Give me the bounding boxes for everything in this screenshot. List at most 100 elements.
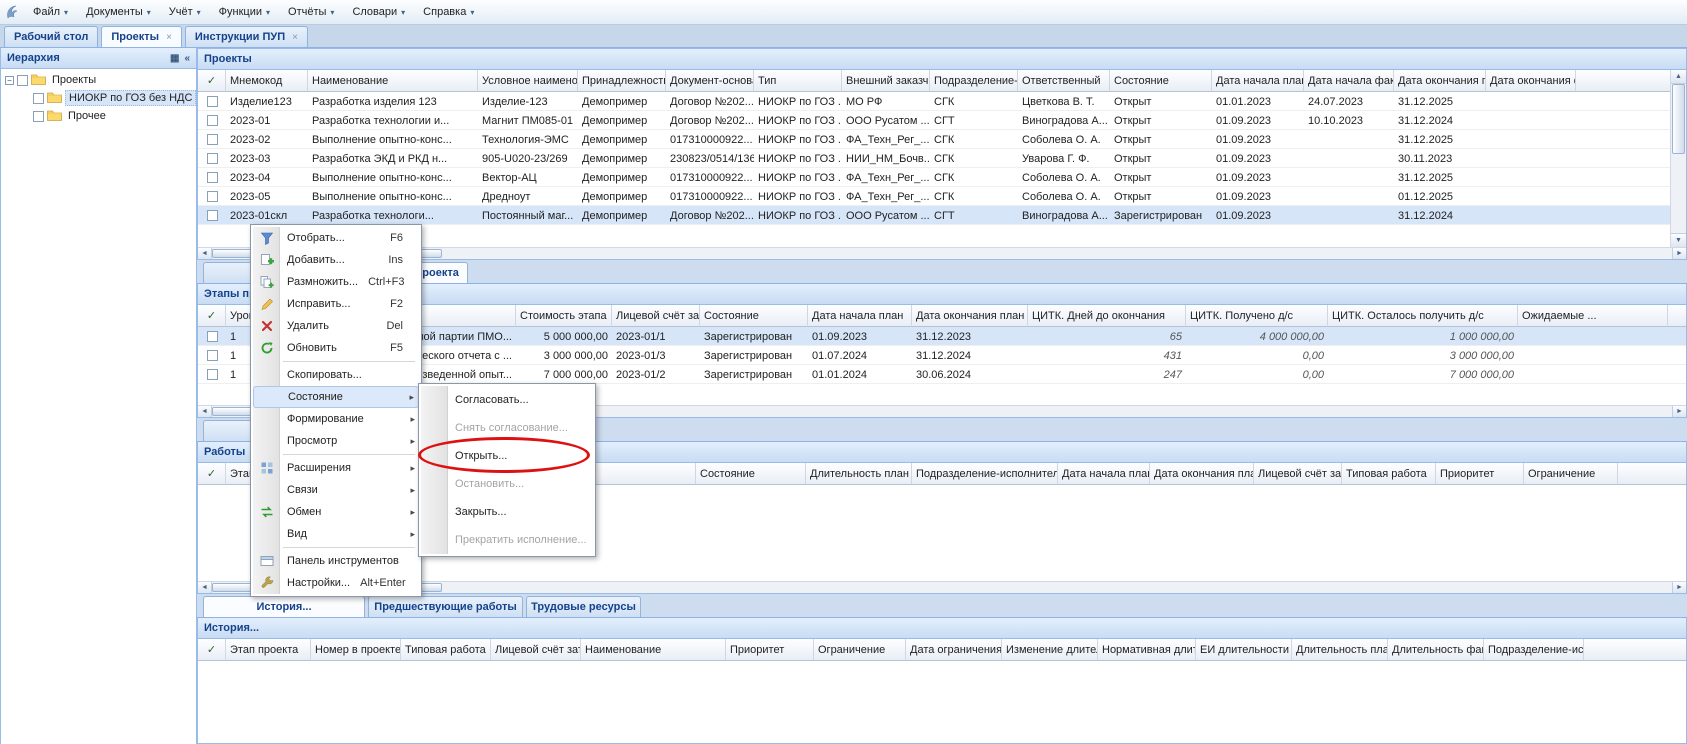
column-header[interactable]: Лицевой счёт затр [1254, 463, 1342, 485]
context-menu-item-2[interactable]: Размножить...Ctrl+F3 [253, 271, 419, 293]
column-header[interactable]: Ожидаемые ... [1518, 305, 1668, 327]
close-tab-icon[interactable]: × [166, 32, 172, 43]
row-checkbox[interactable] [207, 96, 218, 107]
context-menu-item-18[interactable]: Настройки...Alt+Enter [253, 572, 419, 594]
column-header[interactable]: Принадлежность [578, 70, 666, 92]
row-checkbox[interactable] [207, 191, 218, 202]
column-header[interactable]: Наименование [581, 639, 726, 661]
column-header[interactable]: Документ-основани [666, 70, 754, 92]
tree-item[interactable]: НИОКР по ГОЗ без НДС [1, 89, 196, 107]
column-header[interactable]: Номер в проекте [311, 639, 401, 661]
menubar-item-0[interactable]: Файл▾ [25, 3, 76, 21]
column-header[interactable]: ЕИ длительности [1196, 639, 1292, 661]
menubar-item-1[interactable]: Документы▾ [78, 3, 159, 21]
state-submenu-item-2[interactable]: Открыть... [421, 442, 593, 470]
column-header[interactable]: Внешний заказчик [842, 70, 930, 92]
scroll-up-icon[interactable]: ▲ [1671, 70, 1686, 84]
column-header[interactable]: ЦИТК. Получено д/с [1186, 305, 1328, 327]
row-checkbox[interactable] [207, 153, 218, 164]
row-checkbox[interactable] [207, 350, 218, 361]
column-header[interactable]: ЦИТК. Осталось получить д/с [1328, 305, 1518, 327]
column-header[interactable]: Этап проекта [226, 639, 311, 661]
tree-item[interactable]: Прочее [1, 107, 196, 125]
table-row[interactable]: 2023-01склРазработка технологи...Постоян… [198, 206, 1686, 225]
context-menu-item-1[interactable]: Добавить...Ins [253, 249, 419, 271]
column-header[interactable]: Дата окончания пл [1394, 70, 1486, 92]
column-header[interactable]: Дата начала план.. [1058, 463, 1150, 485]
tree-expander-icon[interactable]: − [5, 76, 14, 85]
table-row[interactable]: 2023-04Выполнение опытно-конс...Вектор-А… [198, 168, 1686, 187]
column-header[interactable]: Состояние [1110, 70, 1212, 92]
scroll-right-icon[interactable]: ► [1672, 582, 1686, 593]
tree-checkbox[interactable] [17, 75, 28, 86]
collapse-panel-icon[interactable]: « [184, 53, 190, 64]
menubar-item-2[interactable]: Учёт▾ [161, 3, 209, 21]
column-header[interactable]: Состояние [696, 463, 806, 485]
context-menu-item-7[interactable]: Скопировать... [253, 364, 419, 386]
column-header[interactable]: Лицевой счёт затр [491, 639, 581, 661]
column-header[interactable]: Условное наименова [478, 70, 578, 92]
column-header[interactable]: Подразделение-исполнитель.. [912, 463, 1058, 485]
column-header[interactable]: Дата окончания план [1150, 463, 1254, 485]
column-header[interactable]: Наименование [308, 70, 478, 92]
column-header[interactable]: Типовая работа [1342, 463, 1436, 485]
column-header[interactable]: Ограничение [1524, 463, 1618, 485]
column-header[interactable]: Тип [754, 70, 842, 92]
column-header[interactable]: Приоритет [726, 639, 814, 661]
column-header[interactable]: Дата окончания план [912, 305, 1028, 327]
close-tab-icon[interactable]: × [292, 32, 298, 43]
vertical-scrollbar[interactable]: ▲ ▼ [1670, 70, 1686, 247]
column-header[interactable]: Длительность план▼ [806, 463, 912, 485]
context-menu-item-17[interactable]: Панель инструментов [253, 550, 419, 572]
history-tabstrip-tab-1[interactable]: Предшествующие работы [368, 596, 523, 617]
menubar-item-6[interactable]: Справка▾ [415, 3, 482, 21]
row-checkbox[interactable] [207, 210, 218, 221]
table-row[interactable]: Изделие123Разработка изделия 123Изделие-… [198, 92, 1686, 111]
row-checkbox[interactable] [207, 172, 218, 183]
column-header[interactable]: Длительность фак [1388, 639, 1484, 661]
context-menu-item-13[interactable]: Связи▸ [253, 479, 419, 501]
column-header[interactable]: Дата начала план. [1212, 70, 1304, 92]
select-all-header[interactable]: ✓ [198, 70, 226, 92]
row-checkbox[interactable] [207, 115, 218, 126]
context-menu-item-9[interactable]: Формирование▸ [253, 408, 419, 430]
context-menu-item-12[interactable]: Расширения▸ [253, 457, 419, 479]
table-row[interactable]: 2023-05Выполнение опытно-конс...Дредноут… [198, 187, 1686, 206]
menubar-item-4[interactable]: Отчёты▾ [280, 3, 342, 21]
column-header[interactable]: Подразделение-ис [1484, 639, 1584, 661]
table-row[interactable]: 2023-02Выполнение опытно-конс...Технолог… [198, 130, 1686, 149]
history-tabstrip-tab-2[interactable]: Трудовые ресурсы [526, 596, 641, 617]
state-submenu-item-4[interactable]: Закрыть... [421, 498, 593, 526]
column-header[interactable]: Длительность пла [1292, 639, 1388, 661]
context-menu-item-8[interactable]: Состояние▸ [253, 386, 419, 408]
column-header[interactable]: Ограничение [814, 639, 906, 661]
workspace-tab-1[interactable]: Проекты× [101, 26, 182, 47]
workspace-tab-2[interactable]: Инструкции ПУП× [185, 26, 308, 47]
table-row[interactable]: 2023-01Разработка технологии и...Магнит … [198, 111, 1686, 130]
row-checkbox[interactable] [207, 134, 218, 145]
column-header[interactable]: ЦИТК. Дней до окончания [1028, 305, 1186, 327]
column-header[interactable]: Дата окончания ф [1486, 70, 1576, 92]
select-all-header[interactable]: ✓ [198, 639, 226, 661]
row-checkbox[interactable] [207, 331, 218, 342]
context-menu-item-15[interactable]: Вид▸ [253, 523, 419, 545]
menubar-item-5[interactable]: Словари▾ [344, 3, 413, 21]
history-tabstrip-tab-0[interactable]: История... [203, 596, 365, 617]
column-header[interactable]: Дата начала факт. [1304, 70, 1394, 92]
column-header[interactable]: Типовая работа [401, 639, 491, 661]
workspace-tab-0[interactable]: Рабочий стол [4, 26, 98, 47]
column-header[interactable]: Дата начала план [808, 305, 912, 327]
column-header[interactable]: Ответственный [1018, 70, 1110, 92]
state-submenu-item-0[interactable]: Согласовать... [421, 386, 593, 414]
column-header[interactable]: Дата ограничения [906, 639, 1002, 661]
table-row[interactable]: 2023-03Разработка ЭКД и РКД н...905-U020… [198, 149, 1686, 168]
column-header[interactable]: Подразделение-от [930, 70, 1018, 92]
column-header[interactable]: Изменение длител [1002, 639, 1098, 661]
context-menu-item-14[interactable]: Обмен▸ [253, 501, 419, 523]
column-header[interactable]: Состояние [700, 305, 808, 327]
context-menu-item-4[interactable]: УдалитьDel [253, 315, 419, 337]
scroll-left-icon[interactable]: ◄ [198, 582, 212, 593]
column-header[interactable]: Лицевой счёт затрат [612, 305, 700, 327]
scroll-right-icon[interactable]: ► [1672, 406, 1686, 417]
column-header[interactable]: Стоимость этапа [516, 305, 612, 327]
